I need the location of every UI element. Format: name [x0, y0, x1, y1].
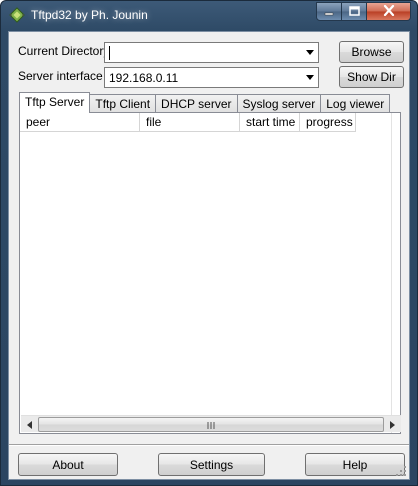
minimize-button[interactable] [316, 2, 342, 21]
text-caret [109, 46, 110, 60]
maximize-button[interactable] [342, 2, 367, 21]
tftpd32-chip-icon [9, 7, 25, 23]
show-dir-button[interactable]: Show Dir [339, 66, 404, 88]
column-header-peer[interactable]: peer [20, 113, 140, 132]
resize-grip-icon[interactable] [395, 465, 407, 477]
tab-panel: peer file start time progress [19, 112, 401, 434]
settings-button[interactable]: Settings [158, 453, 265, 476]
server-interface-label: Server interface [18, 69, 103, 83]
arrow-left-icon[interactable] [21, 416, 38, 433]
transfers-list[interactable]: peer file start time progress [20, 113, 392, 433]
column-header-progress[interactable]: progress [300, 113, 356, 132]
current-directory-label: Current Directory [18, 44, 110, 58]
caption-buttons [316, 2, 411, 22]
column-header-file[interactable]: file [140, 113, 240, 132]
tab-tftp-client[interactable]: Tftp Client [89, 94, 157, 113]
title-bar[interactable]: Tftpd32 by Ph. Jounin [1, 1, 417, 31]
client-area: Current Directory Browse Server interfac… [8, 31, 410, 480]
about-button[interactable]: About [18, 453, 118, 476]
tab-tftp-server[interactable]: Tftp Server [19, 92, 91, 113]
list-edge [392, 113, 400, 433]
tab-dhcp-server[interactable]: DHCP server [155, 94, 238, 113]
grip-icon [207, 418, 215, 432]
chevron-down-icon[interactable] [302, 44, 317, 61]
browse-button[interactable]: Browse [339, 41, 404, 63]
server-interface-combo[interactable]: 192.168.0.11 [104, 67, 319, 88]
horizontal-scrollbar[interactable] [21, 415, 401, 432]
app-window: Tftpd32 by Ph. Jounin Current Directory [0, 0, 418, 486]
tab-strip: Tftp Server Tftp Client DHCP server Sysl… [19, 92, 391, 113]
tab-syslog-server[interactable]: Syslog server [236, 94, 322, 113]
minimize-icon [324, 5, 334, 19]
tab-log-viewer[interactable]: Log viewer [320, 94, 391, 113]
close-icon [383, 4, 395, 19]
separator [9, 444, 409, 446]
current-directory-combo[interactable] [104, 42, 319, 63]
column-header-start-time[interactable]: start time [240, 113, 300, 132]
chevron-down-icon[interactable] [302, 69, 317, 86]
maximize-icon [348, 5, 360, 19]
scrollbar-thumb[interactable] [38, 417, 384, 432]
help-button[interactable]: Help [305, 453, 405, 476]
arrow-right-icon[interactable] [384, 416, 401, 433]
list-header: peer file start time progress [20, 113, 356, 132]
server-interface-value: 192.168.0.11 [109, 71, 179, 85]
window-title: Tftpd32 by Ph. Jounin [31, 8, 148, 22]
close-button[interactable] [367, 2, 411, 21]
